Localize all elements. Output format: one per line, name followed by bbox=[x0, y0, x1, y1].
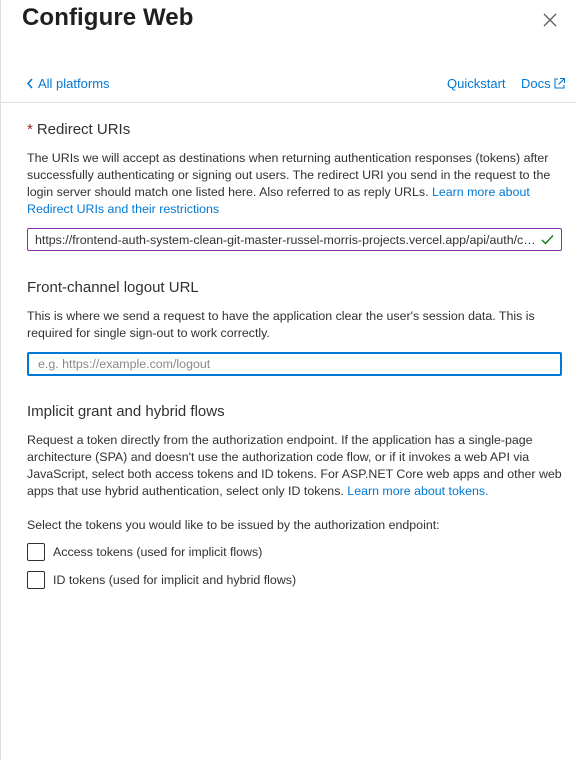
redirect-uris-description: The URIs we will accept as destinations … bbox=[27, 150, 567, 218]
chevron-left-icon bbox=[26, 78, 33, 89]
nav-row: All platforms Quickstart Docs bbox=[1, 72, 576, 103]
panel-title: Configure Web bbox=[22, 4, 194, 31]
access-tokens-option[interactable]: Access tokens (used for implicit flows) bbox=[27, 543, 262, 561]
tokens-learn-more-link[interactable]: Learn more about tokens. bbox=[347, 484, 488, 498]
token-select-prompt: Select the tokens you would like to be i… bbox=[27, 518, 440, 532]
required-mark: * bbox=[27, 121, 33, 138]
access-tokens-label: Access tokens (used for implicit flows) bbox=[53, 545, 263, 559]
redirect-uris-heading: * Redirect URIs bbox=[27, 121, 130, 138]
all-platforms-label: All platforms bbox=[38, 76, 110, 91]
docs-link[interactable]: Docs bbox=[521, 76, 566, 91]
close-button[interactable] bbox=[539, 9, 561, 31]
logout-url-title: Front-channel logout URL bbox=[27, 279, 199, 296]
id-tokens-checkbox[interactable] bbox=[27, 571, 45, 589]
close-icon bbox=[543, 13, 557, 27]
quickstart-link[interactable]: Quickstart bbox=[447, 76, 506, 91]
logout-url-field[interactable] bbox=[27, 352, 562, 376]
checkmark-icon bbox=[541, 233, 555, 247]
logout-url-description: This is where we send a request to have … bbox=[27, 309, 535, 340]
all-platforms-link[interactable]: All platforms bbox=[26, 76, 110, 91]
configure-web-panel: Configure Web All platforms Quickstart D… bbox=[0, 0, 576, 760]
id-tokens-option[interactable]: ID tokens (used for implicit and hybrid … bbox=[27, 571, 296, 589]
docs-label: Docs bbox=[521, 76, 551, 91]
redirect-uris-title: Redirect URIs bbox=[36, 121, 131, 138]
id-tokens-label: ID tokens (used for implicit and hybrid … bbox=[53, 573, 297, 587]
redirect-uri-value: https://frontend-auth-system-clean-git-m… bbox=[35, 232, 537, 247]
implicit-grant-description: Request a token directly from the author… bbox=[27, 432, 567, 500]
redirect-uri-input[interactable]: https://frontend-auth-system-clean-git-m… bbox=[27, 228, 562, 251]
access-tokens-checkbox[interactable] bbox=[27, 543, 45, 561]
external-link-icon bbox=[554, 77, 565, 89]
implicit-grant-title: Implicit grant and hybrid flows bbox=[27, 403, 225, 420]
logout-url-input[interactable] bbox=[36, 356, 554, 372]
